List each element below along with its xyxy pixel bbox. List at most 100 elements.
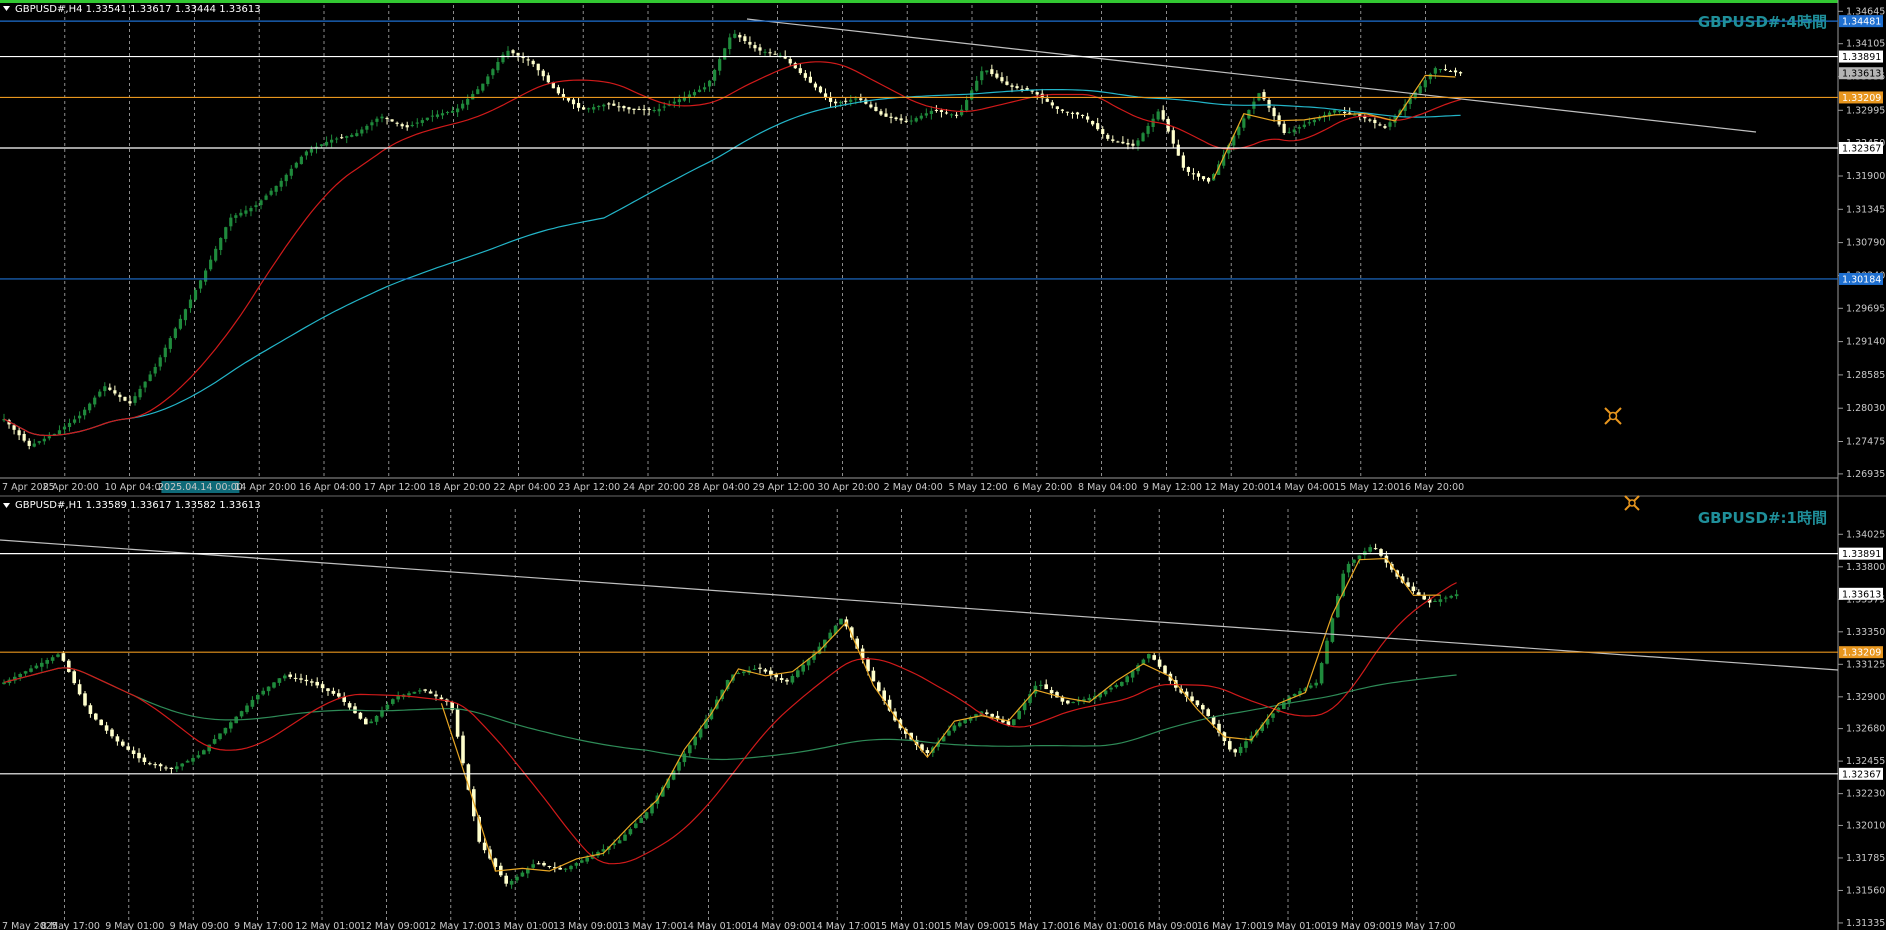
bull-candle[interactable] xyxy=(688,745,692,754)
bear-candle[interactable] xyxy=(461,735,465,764)
bull-candle[interactable] xyxy=(1136,140,1140,146)
bear-candle[interactable] xyxy=(1422,595,1426,600)
bull-candle[interactable] xyxy=(324,141,329,146)
bull-candle[interactable] xyxy=(143,381,147,388)
bear-candle[interactable] xyxy=(1206,177,1211,182)
bear-candle[interactable] xyxy=(871,670,876,682)
bull-candle[interactable] xyxy=(839,618,843,625)
bear-candle[interactable] xyxy=(1201,176,1206,180)
bear-candle[interactable] xyxy=(72,671,76,684)
bull-candle[interactable] xyxy=(45,660,49,664)
bull-candle[interactable] xyxy=(1017,710,1021,719)
bear-candle[interactable] xyxy=(1458,72,1463,74)
bear-candle[interactable] xyxy=(1131,143,1135,146)
bull-candle[interactable] xyxy=(18,674,22,678)
bear-candle[interactable] xyxy=(293,677,298,679)
bull-candle[interactable] xyxy=(40,662,44,667)
bear-candle[interactable] xyxy=(899,118,903,121)
bear-candle[interactable] xyxy=(990,713,994,717)
bull-candle[interactable] xyxy=(254,205,258,208)
bear-candle[interactable] xyxy=(748,41,752,45)
bull-candle[interactable] xyxy=(1114,684,1119,688)
bull-candle[interactable] xyxy=(277,678,282,683)
bear-candle[interactable] xyxy=(1233,749,1237,753)
bear-candle[interactable] xyxy=(1152,655,1156,660)
bull-candle[interactable] xyxy=(319,144,324,147)
bull-candle[interactable] xyxy=(1353,114,1357,116)
bull-candle[interactable] xyxy=(1352,559,1356,563)
bear-candle[interactable] xyxy=(785,679,789,682)
bear-candle[interactable] xyxy=(115,736,120,742)
bull-candle[interactable] xyxy=(506,50,510,56)
bull-candle[interactable] xyxy=(360,129,364,134)
bull-candle[interactable] xyxy=(662,106,666,108)
bull-candle[interactable] xyxy=(718,59,722,71)
bull-candle[interactable] xyxy=(1071,702,1075,704)
bear-candle[interactable] xyxy=(126,746,130,750)
bull-candle[interactable] xyxy=(148,374,152,381)
bull-candle[interactable] xyxy=(385,704,390,710)
bear-candle[interactable] xyxy=(526,59,530,61)
bear-candle[interactable] xyxy=(556,87,560,94)
bull-candle[interactable] xyxy=(67,423,72,428)
bear-candle[interactable] xyxy=(304,679,309,682)
bull-candle[interactable] xyxy=(702,87,707,90)
bull-candle[interactable] xyxy=(50,657,55,661)
bear-candle[interactable] xyxy=(939,110,944,112)
bear-candle[interactable] xyxy=(607,103,611,105)
bear-candle[interactable] xyxy=(612,103,616,106)
bear-candle[interactable] xyxy=(571,99,576,105)
bull-candle[interactable] xyxy=(29,668,33,672)
bull-candle[interactable] xyxy=(644,812,649,819)
bear-candle[interactable] xyxy=(541,70,545,77)
bear-candle[interactable] xyxy=(423,689,427,691)
bull-candle[interactable] xyxy=(245,705,249,713)
bear-candle[interactable] xyxy=(944,112,949,114)
bull-candle[interactable] xyxy=(57,430,62,435)
bull-candle[interactable] xyxy=(1109,687,1113,690)
bull-candle[interactable] xyxy=(234,215,238,218)
bear-candle[interactable] xyxy=(1086,116,1090,120)
bull-candle[interactable] xyxy=(1309,685,1313,688)
bear-candle[interactable] xyxy=(1368,119,1372,121)
bear-candle[interactable] xyxy=(1035,92,1039,95)
bull-candle[interactable] xyxy=(728,37,732,50)
bear-candle[interactable] xyxy=(158,764,163,767)
bear-candle[interactable] xyxy=(558,867,562,870)
bear-candle[interactable] xyxy=(358,712,363,719)
bull-candle[interactable] xyxy=(1368,547,1372,552)
bear-candle[interactable] xyxy=(83,693,87,706)
bull-candle[interactable] xyxy=(138,388,142,398)
bear-candle[interactable] xyxy=(1066,700,1070,704)
bull-candle[interactable] xyxy=(924,113,928,116)
bear-candle[interactable] xyxy=(1157,659,1162,667)
bear-candle[interactable] xyxy=(1070,112,1075,114)
bull-candle[interactable] xyxy=(909,120,913,122)
bear-candle[interactable] xyxy=(542,863,546,866)
bull-candle[interactable] xyxy=(335,138,339,140)
bear-candle[interactable] xyxy=(110,729,114,737)
bull-candle[interactable] xyxy=(569,865,573,870)
bull-candle[interactable] xyxy=(229,217,233,227)
bull-candle[interactable] xyxy=(965,100,969,111)
bull-candle[interactable] xyxy=(304,151,308,156)
bear-candle[interactable] xyxy=(637,108,641,110)
bear-candle[interactable] xyxy=(844,100,848,102)
bear-candle[interactable] xyxy=(1282,123,1286,133)
bear-candle[interactable] xyxy=(622,106,626,109)
bull-candle[interactable] xyxy=(677,761,681,771)
bull-candle[interactable] xyxy=(1242,118,1246,128)
bear-candle[interactable] xyxy=(118,394,122,398)
bear-candle[interactable] xyxy=(310,681,314,683)
bear-candle[interactable] xyxy=(340,137,344,139)
bear-candle[interactable] xyxy=(1383,126,1387,128)
bull-candle[interactable] xyxy=(204,270,208,282)
bull-candle[interactable] xyxy=(283,675,287,679)
bear-candle[interactable] xyxy=(27,440,31,446)
bull-candle[interactable] xyxy=(1332,110,1337,113)
bear-candle[interactable] xyxy=(1373,548,1378,550)
bull-candle[interactable] xyxy=(839,102,843,104)
bull-candle[interactable] xyxy=(34,665,39,669)
bear-candle[interactable] xyxy=(142,757,147,763)
bear-candle[interactable] xyxy=(1005,81,1009,85)
